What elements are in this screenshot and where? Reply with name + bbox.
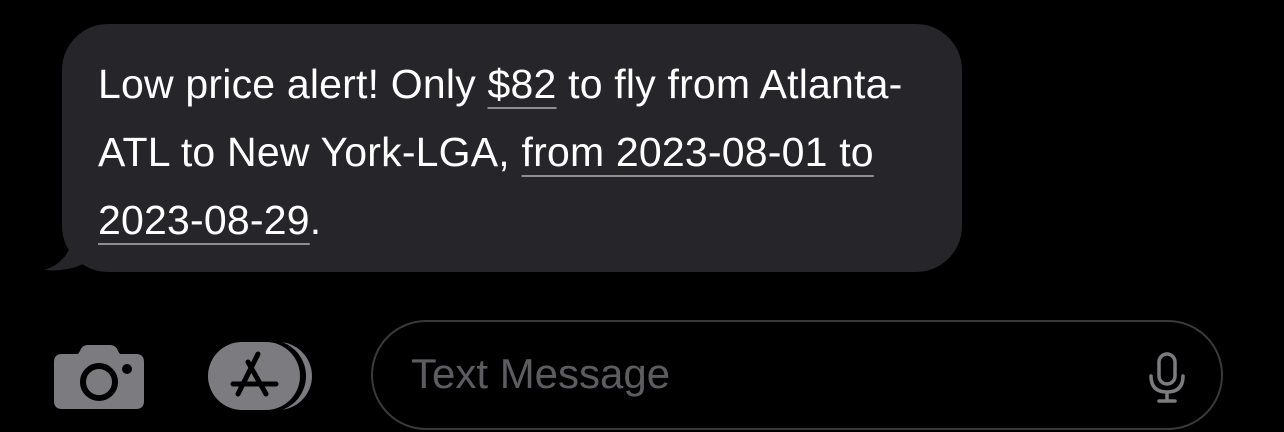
- message-text-part: Low price alert! Only: [98, 61, 488, 107]
- message-text-part: .: [309, 197, 322, 243]
- app-store-icon[interactable]: [208, 340, 320, 412]
- message-bubble: Low price alert! Only $82 to fly from At…: [62, 24, 962, 272]
- message-text: Low price alert! Only $82 to fly from At…: [98, 50, 932, 254]
- message-input-placeholder: Text Message: [411, 350, 671, 397]
- microphone-icon[interactable]: [1147, 352, 1187, 404]
- camera-icon[interactable]: [54, 345, 144, 409]
- message-input[interactable]: Text Message: [371, 320, 1223, 430]
- price-link[interactable]: $82: [488, 61, 557, 107]
